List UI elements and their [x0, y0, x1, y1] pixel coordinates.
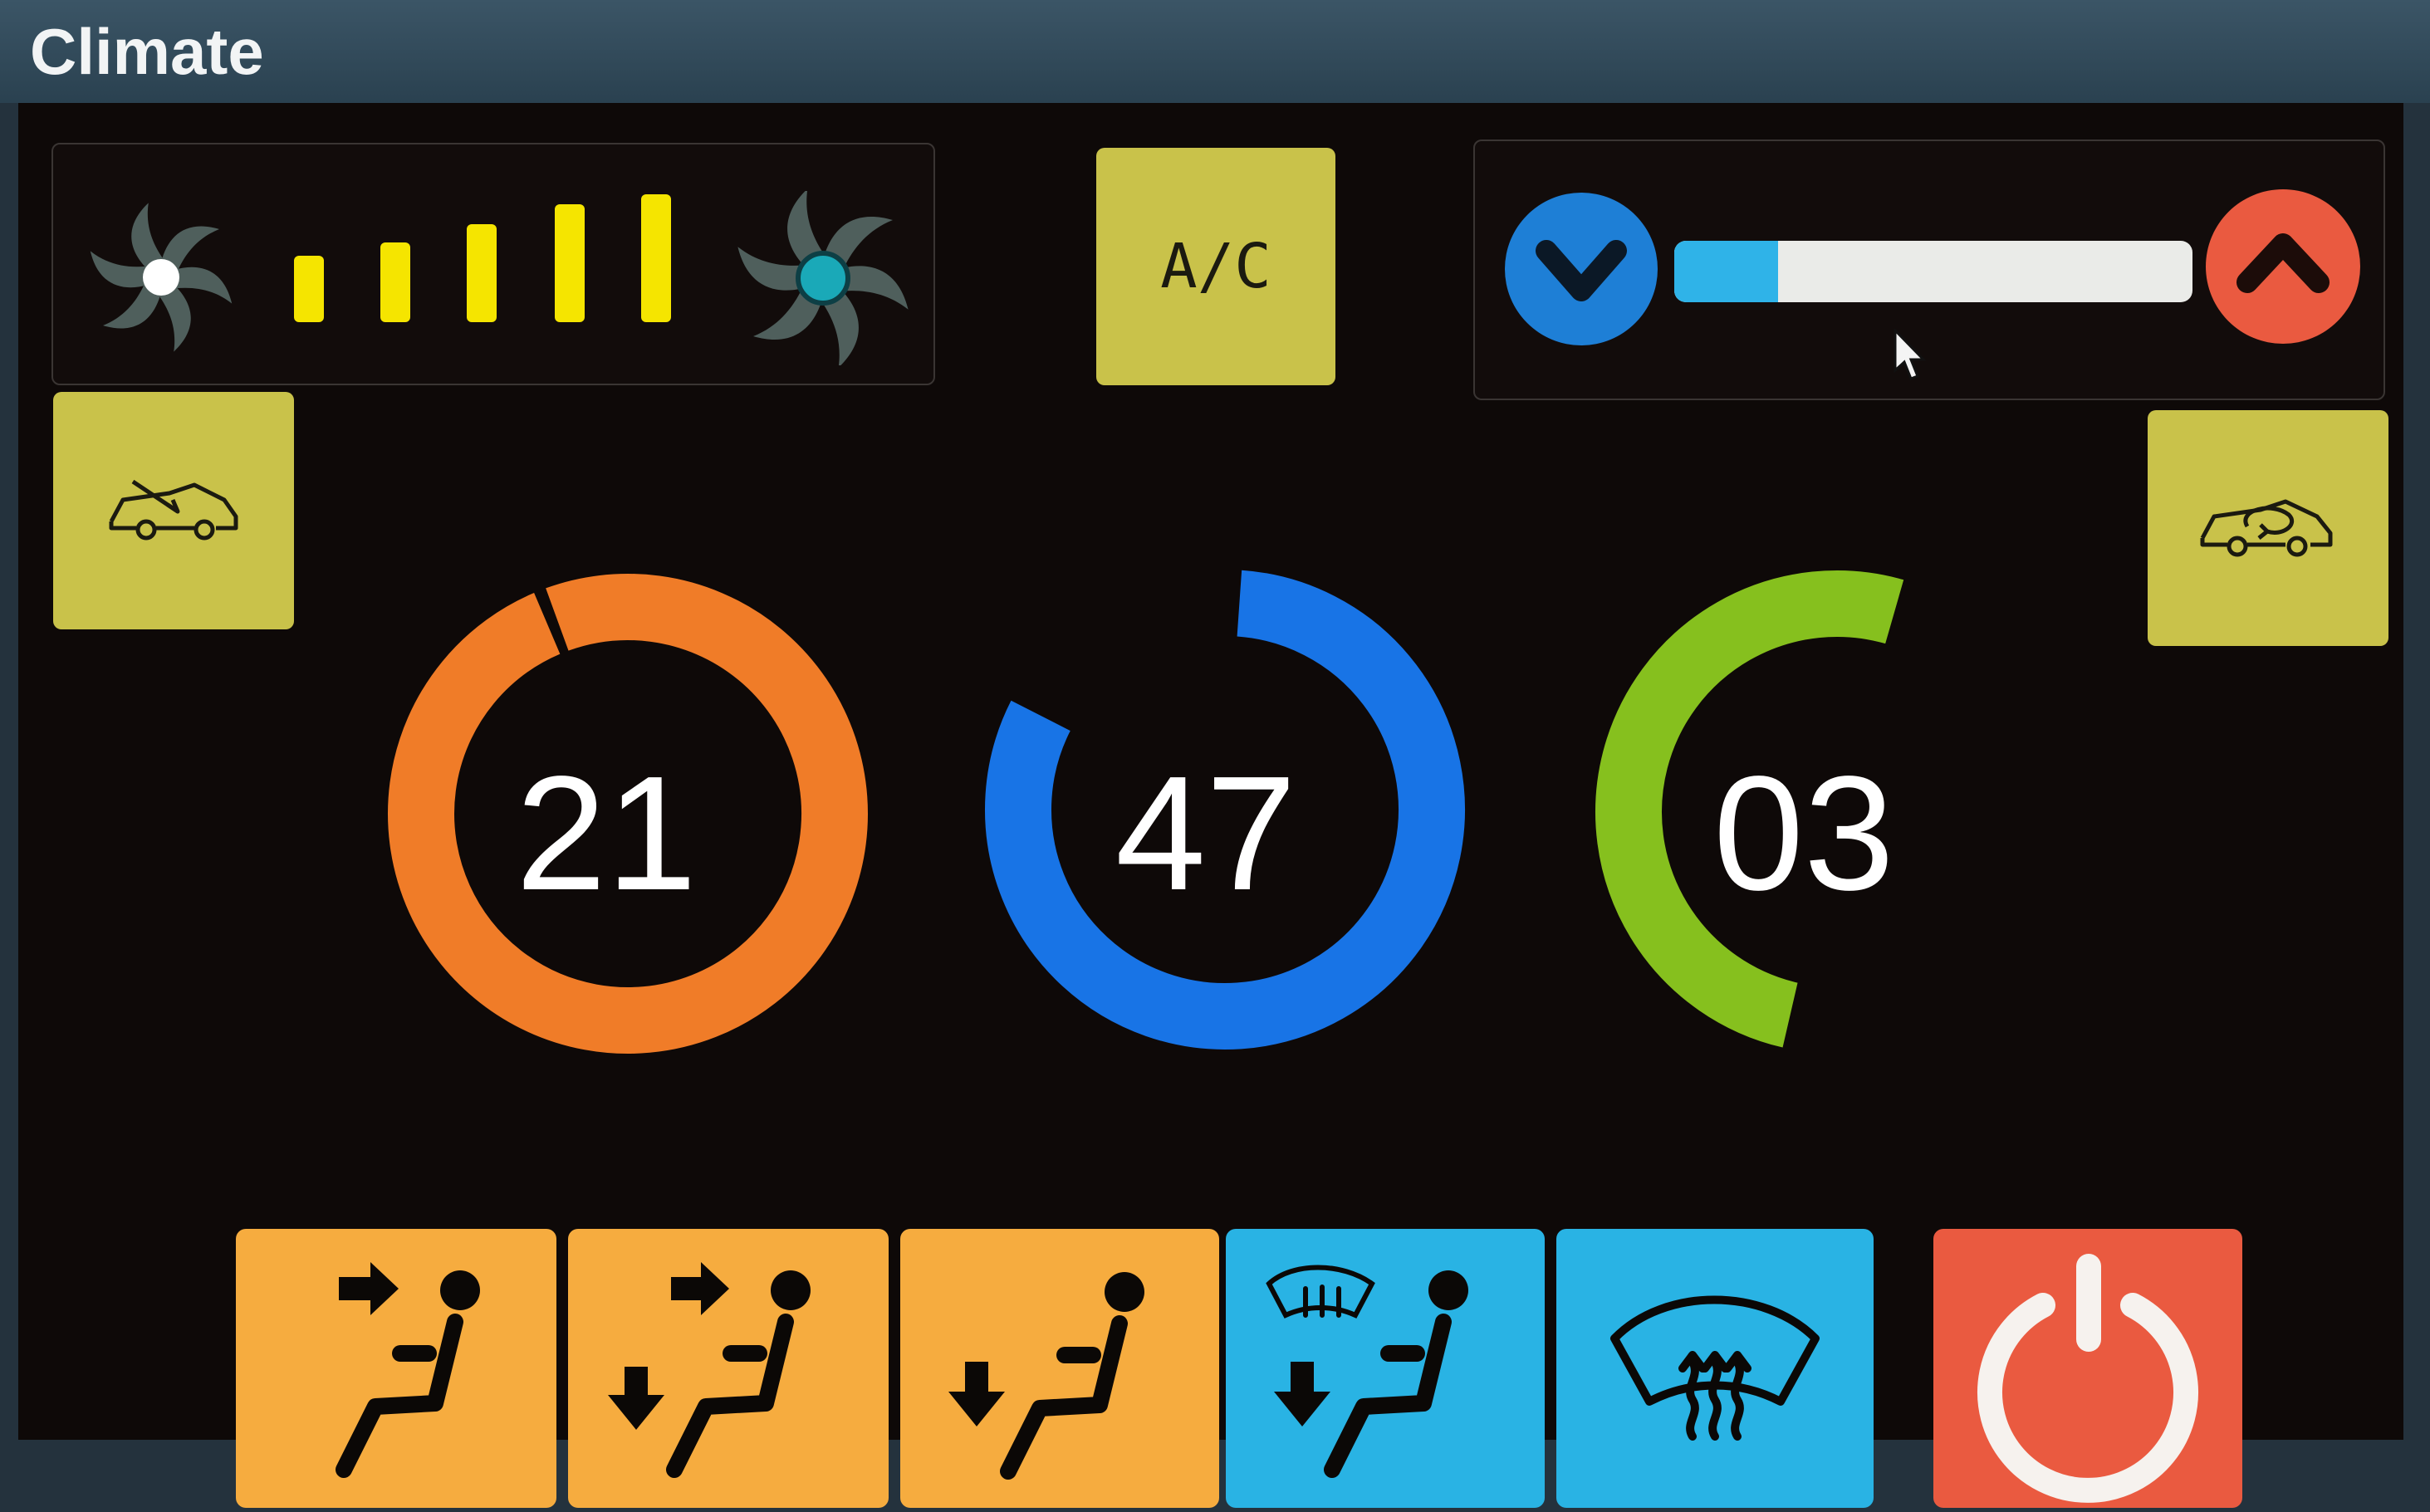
airflow-defrost-feet-icon [1266, 1265, 1468, 1478]
defrost-icon [1610, 1295, 1820, 1441]
climate-screen: A/C 21 47 03 [18, 103, 2403, 1508]
window-title: Climate [30, 15, 264, 88]
gauges [388, 570, 1904, 1054]
gauge-value-3: 03 [1712, 742, 1894, 924]
gauge-value-2: 47 [1115, 742, 1296, 924]
power-icon [1977, 1254, 2198, 1503]
airflow-face-button[interactable] [236, 1229, 556, 1508]
defrost-button[interactable] [1556, 1229, 1874, 1508]
gauge-value-1: 21 [515, 742, 697, 924]
airflow-feet-button[interactable] [900, 1229, 1219, 1508]
title-bar: Climate [0, 0, 2430, 103]
airflow-face-icon [336, 1262, 480, 1478]
airflow-feet-icon [948, 1272, 1144, 1480]
airflow-defrost-feet-button[interactable] [1226, 1229, 1545, 1508]
airflow-face-feet-icon [608, 1262, 811, 1478]
power-button[interactable] [1933, 1229, 2242, 1508]
airflow-face-feet-button[interactable] [568, 1229, 889, 1508]
